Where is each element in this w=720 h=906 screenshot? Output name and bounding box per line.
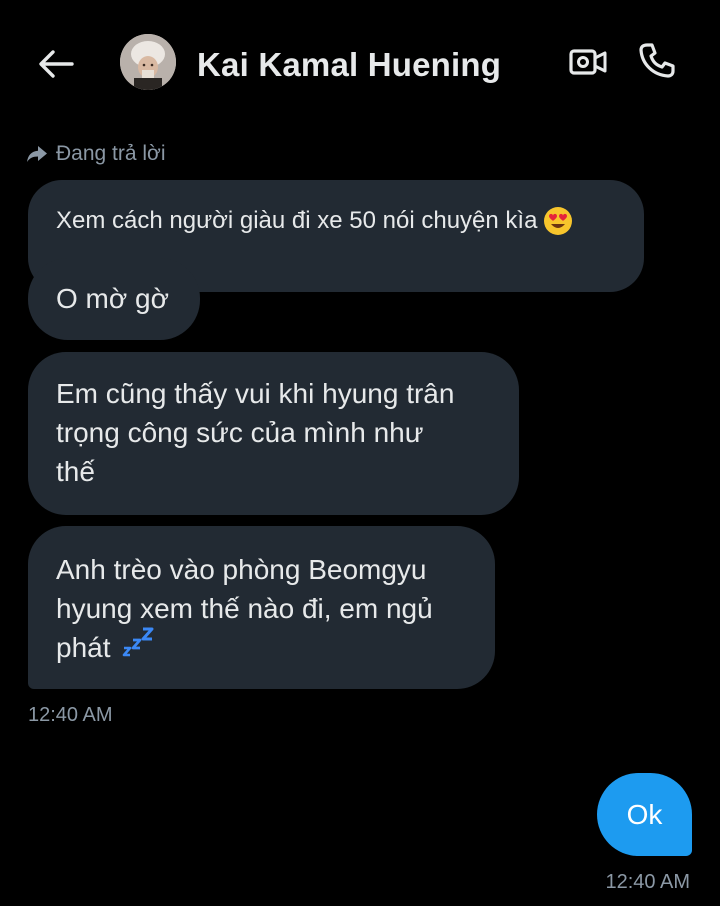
phone-icon [639, 43, 675, 78]
avatar[interactable] [120, 34, 176, 90]
replying-label: Đang trả lời [56, 142, 166, 165]
heart-eyes-emoji-icon [544, 207, 573, 235]
message-text: O mờ gờ [56, 283, 169, 314]
back-button[interactable] [36, 44, 76, 84]
message-bubble[interactable]: O mờ gờ [28, 258, 200, 340]
message-text: Ok [626, 798, 663, 830]
video-call-button[interactable] [566, 42, 610, 82]
message-bubble[interactable]: Em cũng thấy vui khi hyung trân trọng cô… [28, 352, 519, 515]
back-arrow-icon [39, 50, 74, 78]
sent-message-bubble[interactable]: Ok [597, 773, 692, 856]
message-bubble[interactable]: Anh trèo vào phòng Beomgyu hyung xem thế… [28, 526, 495, 689]
message-line: hyung xem thế nào đi, em ngủ [56, 593, 433, 624]
video-camera-icon [569, 49, 607, 75]
message-line: phát [56, 632, 111, 663]
zzz-sleep-emoji-icon [122, 627, 154, 657]
message-text: Xem cách người giàu đi xe 50 nói chuyện … [56, 207, 538, 234]
replying-to-indicator: Đang trả lời [26, 140, 165, 168]
message-line: Anh trèo vào phòng Beomgyu [56, 554, 427, 585]
reply-arrow-icon [27, 146, 47, 162]
contact-name[interactable]: Kai Kamal Huening [197, 44, 501, 86]
message-line: trọng công sức của mình như [56, 417, 424, 448]
conversation-header: Kai Kamal Huening [0, 0, 720, 120]
voice-call-button[interactable] [636, 40, 678, 82]
message-line: Em cũng thấy vui khi hyung trân [56, 378, 455, 409]
sent-timestamp: 12:40 AM [605, 871, 690, 893]
avatar-photo [120, 34, 176, 90]
received-timestamp: 12:40 AM [28, 704, 113, 726]
message-line: thế [56, 456, 95, 487]
